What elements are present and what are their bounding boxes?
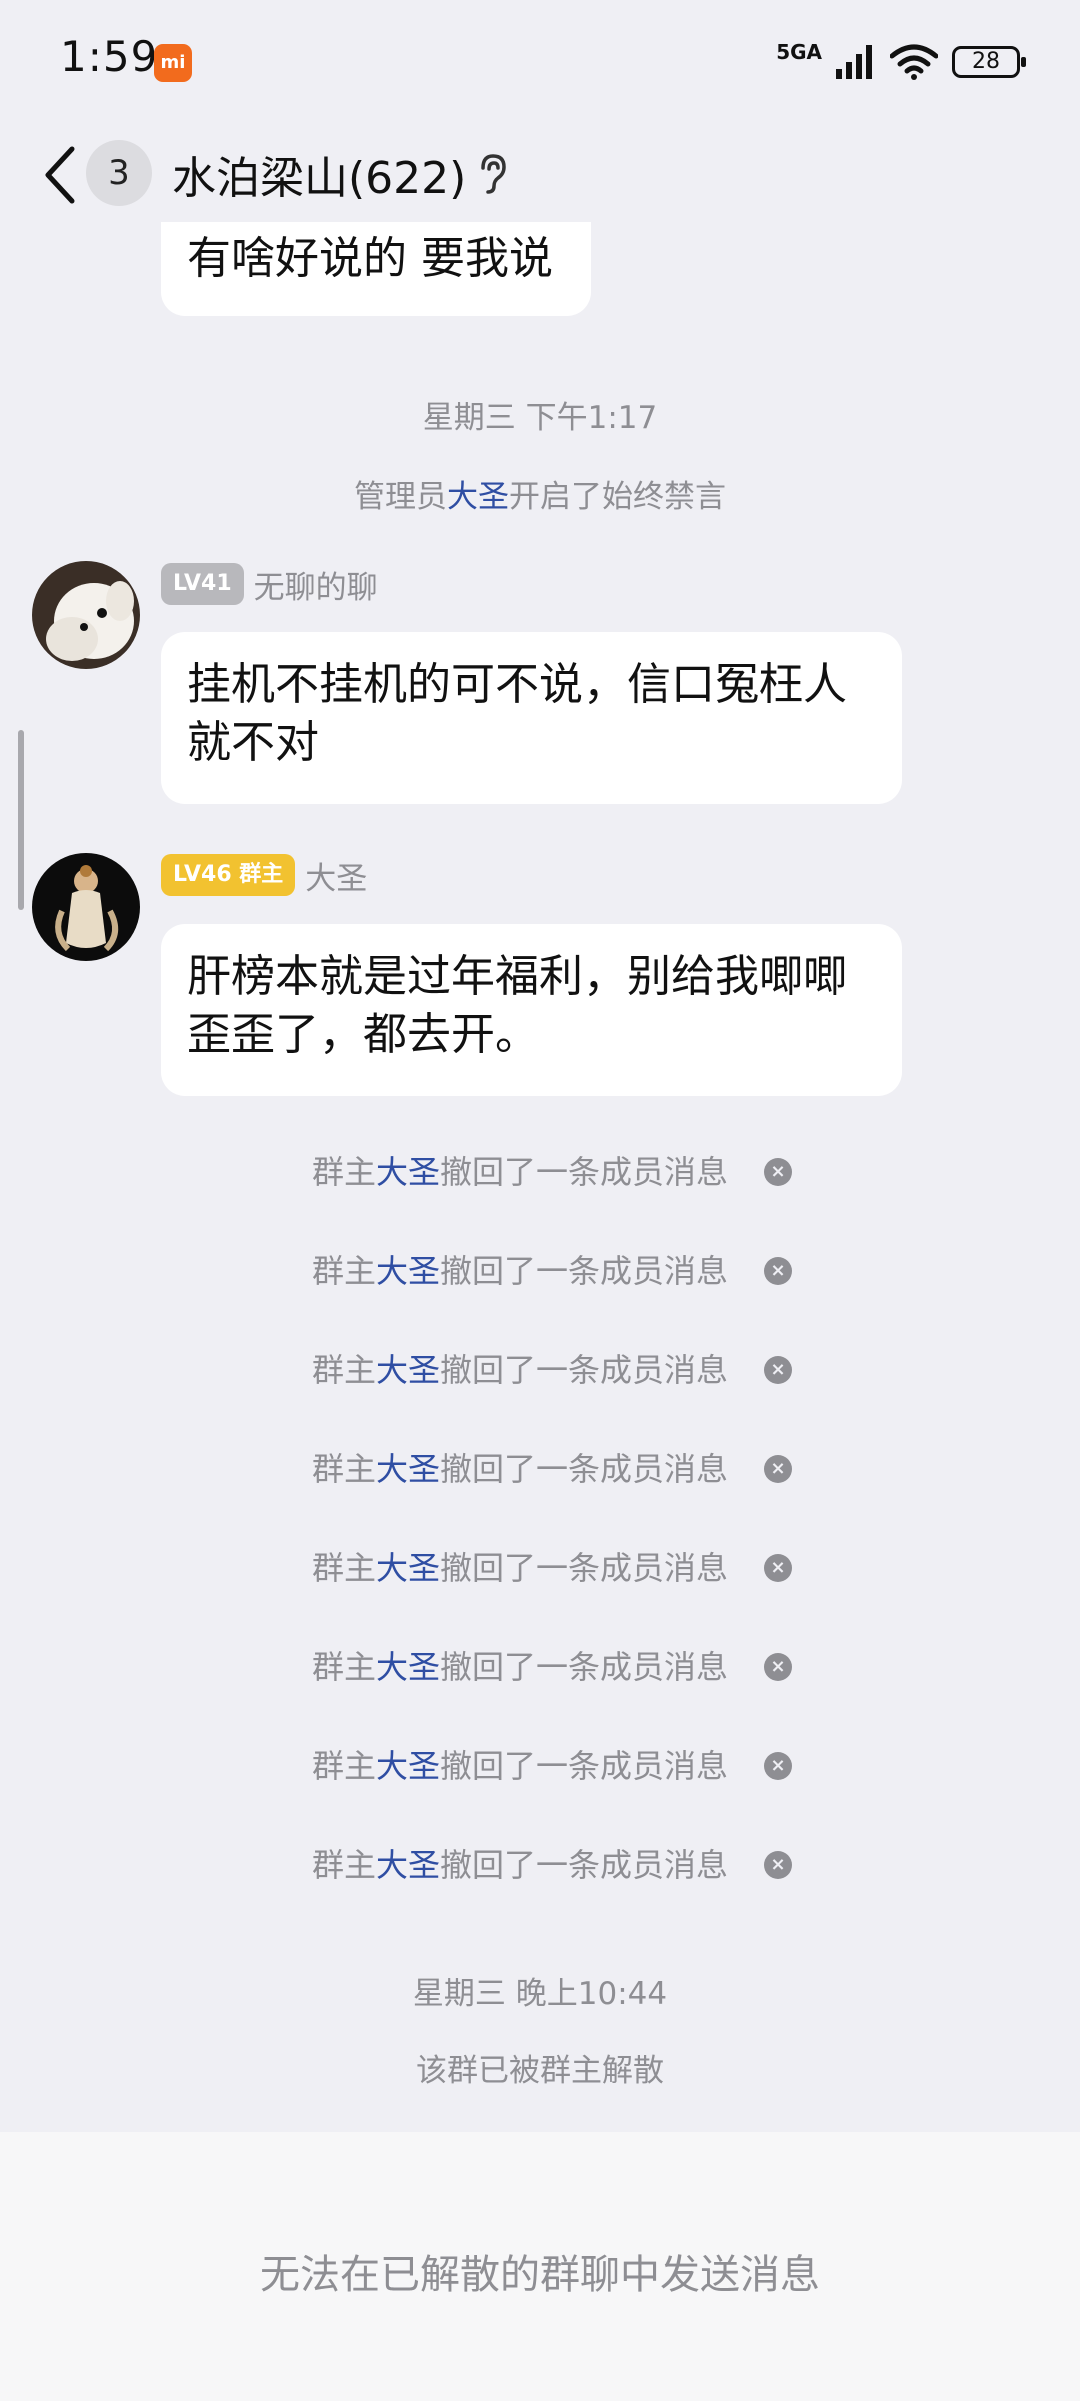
chevron-left-icon xyxy=(45,146,75,204)
recall-notice: 群主大圣撤回了一条成员消息 × xyxy=(0,1249,1080,1293)
message-bubble[interactable]: 有啥好说的 要我说 xyxy=(161,222,591,316)
recall-notice: 群主大圣撤回了一条成员消息 × xyxy=(0,1645,1080,1689)
recall-notice: 群主大圣撤回了一条成员消息 × xyxy=(0,1150,1080,1194)
owner-name-link[interactable]: 大圣 xyxy=(376,1351,440,1389)
figure-avatar-image xyxy=(32,853,140,961)
owner-name-link[interactable]: 大圣 xyxy=(376,1846,440,1884)
group-dissolved-notice: 该群已被群主解散 xyxy=(416,2053,664,2089)
signal-icon xyxy=(836,45,872,79)
level-badge: LV41 xyxy=(161,563,244,605)
message-bubble[interactable]: 挂机不挂机的可不说，信口冤枉人就不对 xyxy=(161,632,902,804)
close-icon[interactable]: × xyxy=(764,1851,792,1879)
close-icon[interactable]: × xyxy=(764,1257,792,1285)
close-icon[interactable]: × xyxy=(764,1455,792,1483)
message-bubble[interactable]: 肝榜本就是过年福利，别给我唧唧歪歪了，都去开。 xyxy=(161,924,902,1096)
status-bar: 1:59 mi 5GA 28 xyxy=(0,0,1080,120)
unread-count-badge[interactable]: 3 xyxy=(86,140,152,206)
sender-row: LV41 无聊的聊 xyxy=(161,562,378,607)
message-text: 有啥好说的 要我说 xyxy=(187,233,553,284)
sender-name[interactable]: 无聊的聊 xyxy=(254,562,378,607)
close-icon[interactable]: × xyxy=(764,1554,792,1582)
sender-row: LV46 群主 大圣 xyxy=(161,853,367,898)
owner-name-link[interactable]: 大圣 xyxy=(376,1252,440,1290)
owner-name-link[interactable]: 大圣 xyxy=(376,1153,440,1191)
close-icon[interactable]: × xyxy=(764,1752,792,1780)
owner-name-link[interactable]: 大圣 xyxy=(376,1648,440,1686)
recall-notice: 群主大圣撤回了一条成员消息 × xyxy=(0,1744,1080,1788)
earpiece-mode-icon xyxy=(481,154,506,194)
battery-icon: 28 xyxy=(952,46,1026,78)
level-owner-badge: LV46 群主 xyxy=(161,854,296,896)
dog-avatar-image xyxy=(32,561,140,669)
back-button[interactable] xyxy=(30,140,90,210)
message-text: 肝榜本就是过年福利，别给我唧唧歪歪了，都去开。 xyxy=(187,951,847,1060)
timestamp: 星期三 晚上10:44 xyxy=(412,1976,668,2012)
close-icon[interactable]: × xyxy=(764,1356,792,1384)
recall-notice: 群主大圣撤回了一条成员消息 × xyxy=(0,1348,1080,1392)
recall-notice: 群主大圣撤回了一条成员消息 × xyxy=(0,1843,1080,1887)
page-title[interactable]: 水泊梁山(622) xyxy=(172,142,466,206)
system-notice-mute: 管理员大圣开启了始终禁言 xyxy=(354,479,726,515)
wifi-icon xyxy=(890,44,938,80)
close-icon[interactable]: × xyxy=(764,1653,792,1681)
status-time: 1:59 xyxy=(60,32,159,81)
mi-notification-icon: mi xyxy=(154,44,192,82)
input-disabled-bar: 无法在已解散的群聊中发送消息 xyxy=(0,2132,1080,2401)
owner-name-link[interactable]: 大圣 xyxy=(376,1450,440,1488)
chat-screen: 1:59 mi 5GA 28 3 水泊梁山(622) 有啥好说的 要我说 星期三… xyxy=(0,0,1080,2401)
chat-header: 3 水泊梁山(622) xyxy=(0,120,1080,238)
network-type-label: 5GA xyxy=(776,40,822,64)
recall-notice: 群主大圣撤回了一条成员消息 × xyxy=(0,1546,1080,1590)
admin-name-link[interactable]: 大圣 xyxy=(447,479,509,515)
sender-name[interactable]: 大圣 xyxy=(305,853,367,898)
scrollbar-thumb[interactable] xyxy=(18,730,24,910)
recall-notice: 群主大圣撤回了一条成员消息 × xyxy=(0,1447,1080,1491)
avatar[interactable] xyxy=(32,853,140,961)
close-icon[interactable]: × xyxy=(764,1158,792,1186)
owner-name-link[interactable]: 大圣 xyxy=(376,1747,440,1785)
message-text: 挂机不挂机的可不说，信口冤枉人就不对 xyxy=(187,659,847,768)
status-icons: 5GA 28 xyxy=(776,40,1026,84)
owner-name-link[interactable]: 大圣 xyxy=(376,1549,440,1587)
avatar[interactable] xyxy=(32,561,140,669)
timestamp: 星期三 下午1:17 xyxy=(422,400,658,436)
cannot-send-notice: 无法在已解散的群聊中发送消息 xyxy=(260,2252,820,2298)
